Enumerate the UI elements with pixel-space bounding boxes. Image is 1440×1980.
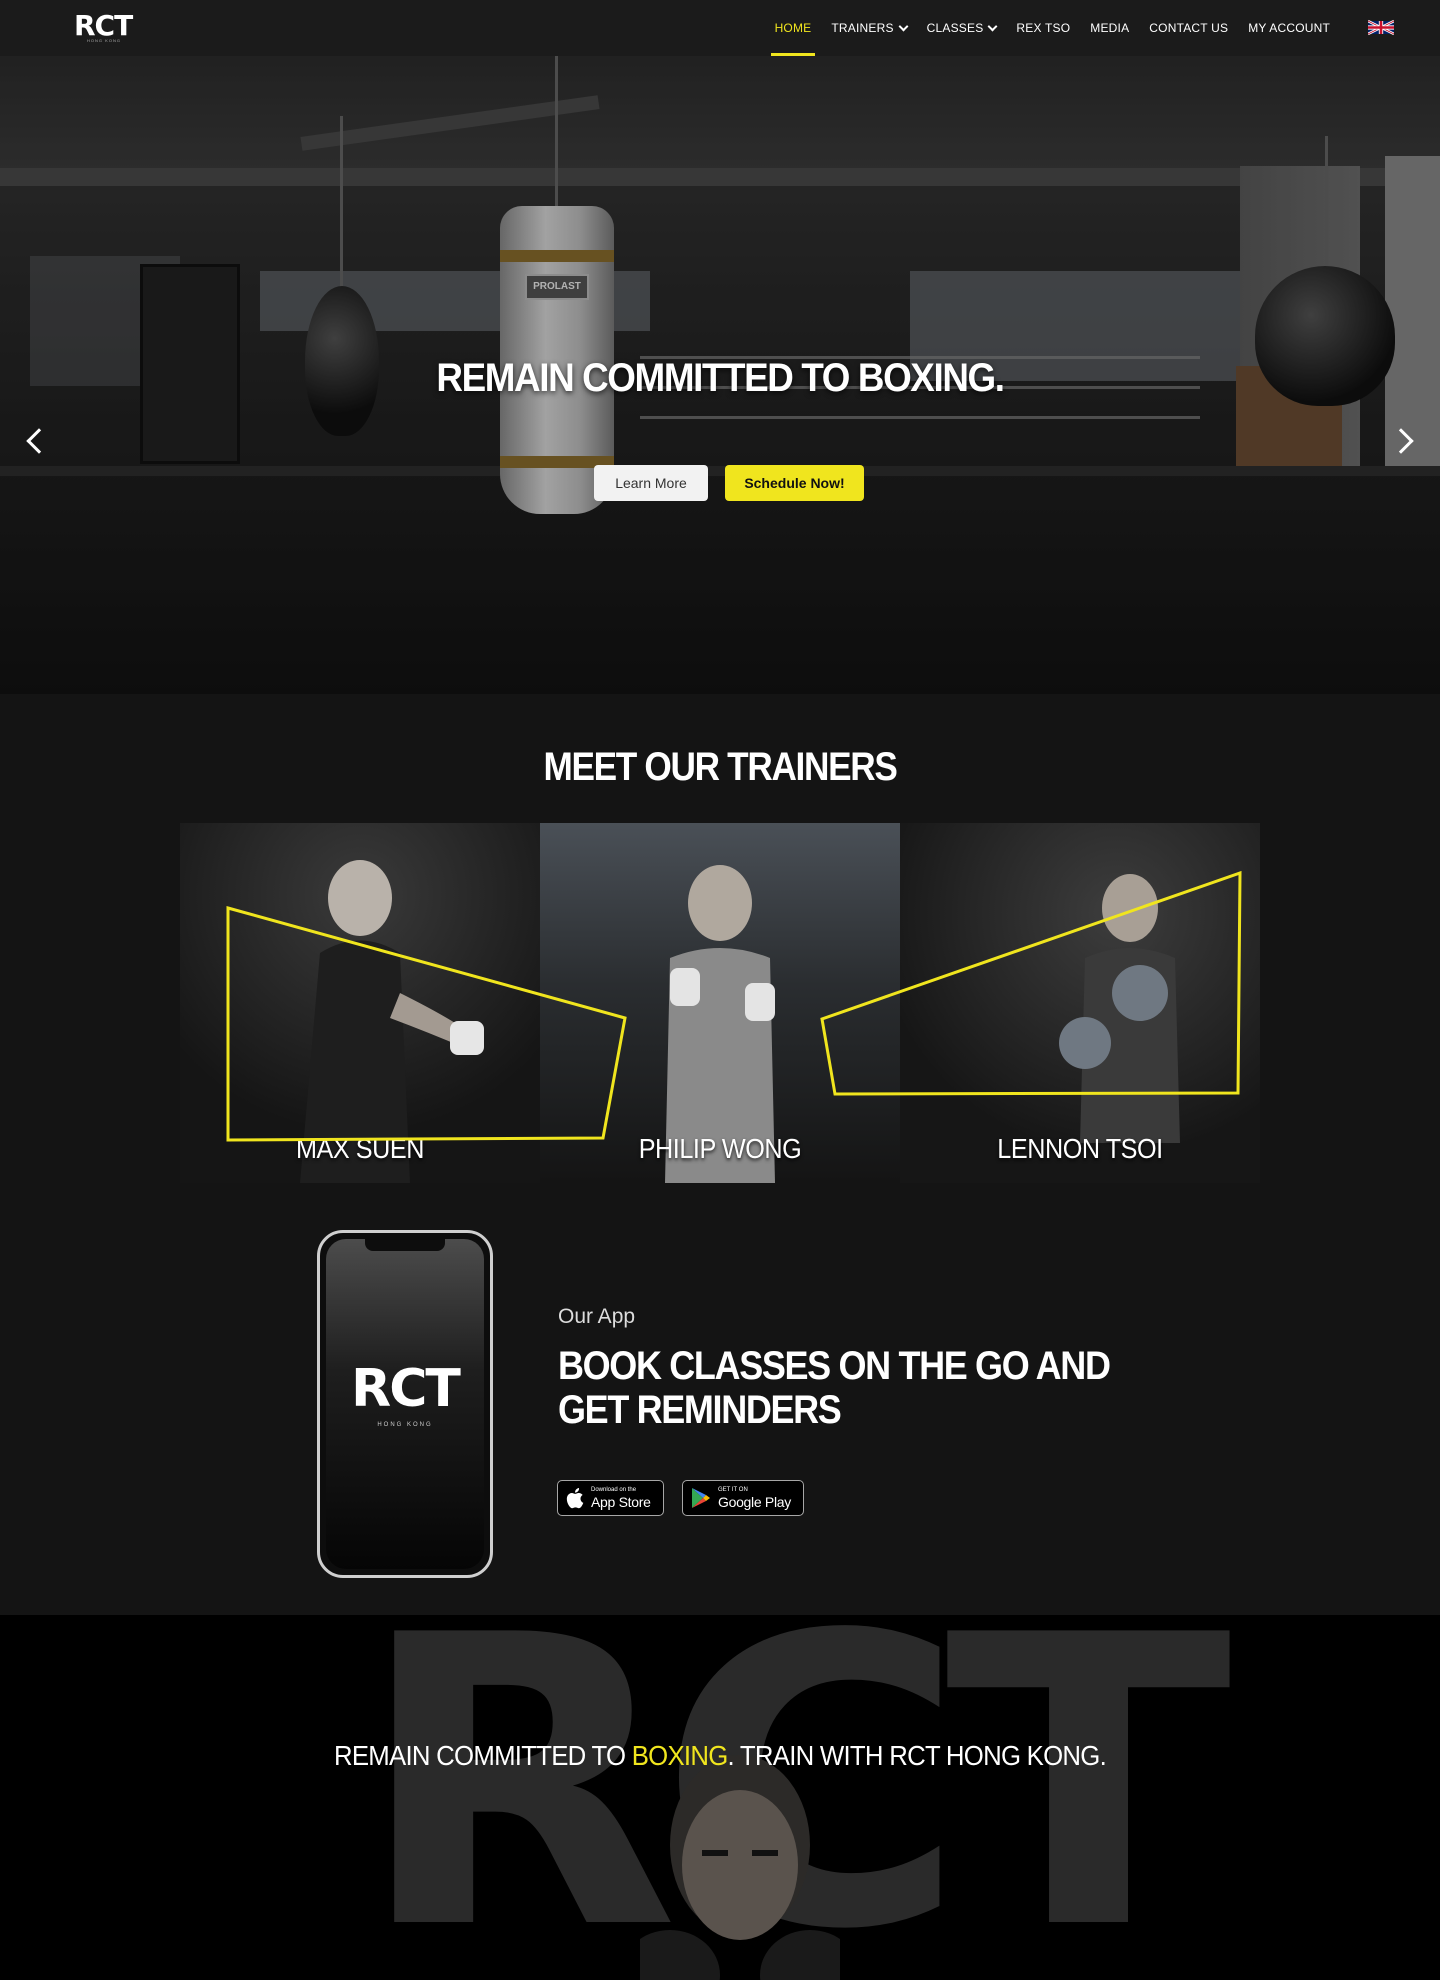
tagline-highlight: BOXING	[631, 1740, 729, 1771]
trainer-card-lennon-tsoi[interactable]: LENNON TSOI	[900, 823, 1260, 1183]
nav-item-label: HOME	[774, 21, 812, 35]
hero-title: REMAIN COMMITTED TO BOXING.	[436, 356, 1005, 400]
nav-item-contact-us[interactable]: CONTACT US	[1139, 0, 1238, 56]
nav-item-rex-tso[interactable]: REX TSO	[1006, 0, 1080, 56]
app-store-small: Download on the	[591, 1487, 637, 1493]
phone-notch	[365, 1239, 445, 1251]
trainer-card-max-suen[interactable]: MAX SUEN	[180, 823, 540, 1183]
google-play-badge[interactable]: GET IT ON Google Play	[682, 1480, 804, 1516]
tagline-start: REMAIN COMMITTED TO	[333, 1740, 632, 1771]
app-store-text: Download on the App Store	[591, 1486, 651, 1510]
google-play-small: GET IT ON	[718, 1487, 748, 1493]
nav-item-home[interactable]: HOME	[765, 0, 822, 56]
nav-item-label: MEDIA	[1090, 21, 1130, 35]
nav-item-label: REX TSO	[1016, 21, 1071, 35]
chevron-down-icon	[987, 21, 998, 31]
phone-mockup: RCT HONG KONG	[317, 1230, 493, 1578]
hero-slider: PROLAST REMAIN COMMITTED TO BOXING. Lear…	[0, 56, 1440, 694]
nav-item-my-account[interactable]: MY ACCOUNT	[1238, 0, 1340, 56]
app-kicker: Our App	[558, 1305, 636, 1328]
nav-item-label: TRAINERS	[831, 21, 894, 35]
phone-logo-subtitle: HONG KONG	[377, 1422, 433, 1428]
app-store-badge[interactable]: Download on the App Store	[557, 1480, 664, 1516]
nav-item-label: MY ACCOUNT	[1248, 21, 1330, 35]
main-menu: HOME TRAINERS CLASSES REX TSO MEDIA CONT…	[765, 0, 1340, 56]
google-play-icon	[692, 1488, 710, 1508]
nav-item-trainers[interactable]: TRAINERS	[821, 0, 916, 56]
footer-banner: RCT REMAIN COMMITTED TO BOXING. TRAIN WI…	[0, 1615, 1440, 1980]
uk-flag-icon[interactable]	[1368, 19, 1394, 36]
phone-screen: RCT HONG KONG	[326, 1239, 484, 1569]
boxer-portrait	[640, 1755, 840, 1980]
app-title: BOOK CLASSES ON THE GO AND GET REMINDERS	[558, 1344, 1111, 1432]
logo-text: RCT	[74, 9, 133, 42]
trainer-silhouette	[300, 860, 484, 1183]
apple-icon	[566, 1488, 584, 1509]
footer-tagline: REMAIN COMMITTED TO BOXING. TRAIN WITH R…	[58, 1740, 1383, 1772]
app-store-large: App Store	[591, 1494, 651, 1510]
trainer-name: PHILIP WONG	[638, 1133, 802, 1164]
trainer-name: LENNON TSOI	[997, 1133, 1163, 1164]
nav-item-media[interactable]: MEDIA	[1080, 0, 1139, 56]
learn-more-button[interactable]: Learn More	[594, 465, 708, 501]
google-play-text: GET IT ON Google Play	[718, 1486, 791, 1510]
chevron-down-icon	[898, 21, 909, 31]
trainers-section-title: MEET OUR TRAINERS	[543, 745, 897, 789]
nav-item-label: CONTACT US	[1149, 21, 1229, 35]
nav-item-classes[interactable]: CLASSES	[917, 0, 1007, 56]
rct-logo[interactable]: RCT HONG KONG	[74, 12, 134, 44]
trainer-name: MAX SUEN	[295, 1133, 425, 1164]
schedule-now-button[interactable]: Schedule Now!	[725, 465, 864, 501]
top-navigation: RCT HONG KONG HOME TRAINERS CLASSES REX …	[0, 0, 1440, 56]
trainer-silhouette	[1059, 874, 1180, 1143]
trainer-card-philip-wong[interactable]: PHILIP WONG	[540, 823, 900, 1183]
trainers-gallery: MAX SUEN PHILIP WONG LENNON TSOI	[180, 823, 1260, 1183]
trainer-silhouette	[665, 865, 775, 1183]
google-play-large: Google Play	[718, 1494, 791, 1510]
nav-item-label: CLASSES	[926, 21, 984, 35]
tagline-end: . TRAIN WITH RCT HONG KONG.	[727, 1740, 1107, 1771]
phone-logo: RCT	[351, 1359, 461, 1419]
